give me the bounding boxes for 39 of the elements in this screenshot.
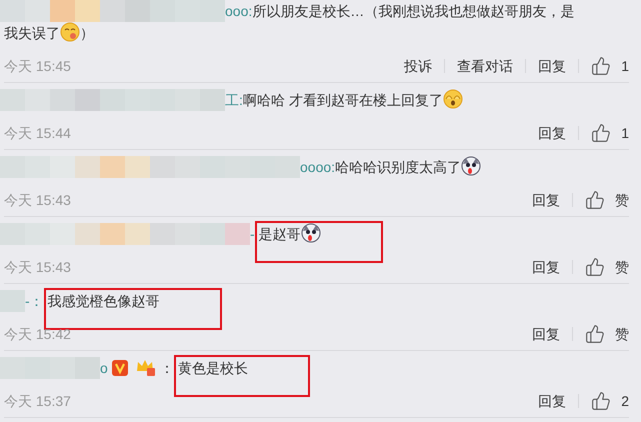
thumbs-up-icon[interactable] [591, 123, 612, 143]
highlighted-comment-text: 黄色是校长 [174, 355, 310, 397]
action-link[interactable]: 投诉 [404, 56, 432, 76]
crown-icon [136, 359, 156, 377]
action-link[interactable]: 回复 [532, 190, 560, 210]
thumbs-up-icon[interactable] [585, 257, 605, 277]
hands-over-face-icon [442, 89, 463, 109]
action-link[interactable]: 回复 [538, 391, 566, 411]
dog-face-icon [461, 156, 482, 176]
highlighted-comment-text: 我感觉橙色像赵哥 [44, 288, 222, 330]
thumbs-up-icon[interactable] [591, 391, 612, 411]
action-link[interactable]: 回复 [538, 123, 566, 143]
comment-text: 哈哈哈识别度太高了 [335, 159, 482, 175]
action-link[interactable]: 回复 [532, 257, 560, 277]
action-link[interactable]: 回复 [538, 56, 566, 76]
action-link[interactable]: 回复 [532, 324, 560, 344]
thumbs-up-icon[interactable] [591, 56, 612, 76]
thumbs-up-icon[interactable] [585, 190, 605, 210]
timestamp: 今天 15:43 [4, 191, 71, 210]
like-count: 赞 [615, 258, 629, 277]
v-badge-icon [112, 360, 128, 376]
highlighted-comment-text: 是赵哥 [254, 221, 383, 263]
thumbs-up-icon[interactable] [585, 324, 605, 344]
timestamp: 今天 15:44 [4, 124, 71, 143]
separator: ： [160, 360, 174, 376]
like-count: 2 [621, 392, 629, 411]
smiley-icon [60, 22, 80, 42]
dog-face-icon [300, 223, 321, 243]
like-count: 1 [621, 57, 629, 76]
comment-text: 所以朋友是校长…（我刚想说我也想做赵哥朋友，是 [252, 3, 574, 19]
timestamp: 今天 15:43 [4, 258, 71, 277]
comment-text: 我失误了 ） [4, 22, 629, 44]
like-count: 赞 [615, 191, 629, 210]
like-count: 1 [621, 124, 629, 143]
like-count: 赞 [615, 325, 629, 344]
timestamp: 今天 15:45 [4, 57, 71, 76]
action-link[interactable]: 查看对话 [457, 56, 514, 76]
timestamp: 今天 15:37 [4, 392, 71, 411]
comment-text: 啊哈哈 才看到赵哥在楼上回复了 [242, 92, 463, 108]
